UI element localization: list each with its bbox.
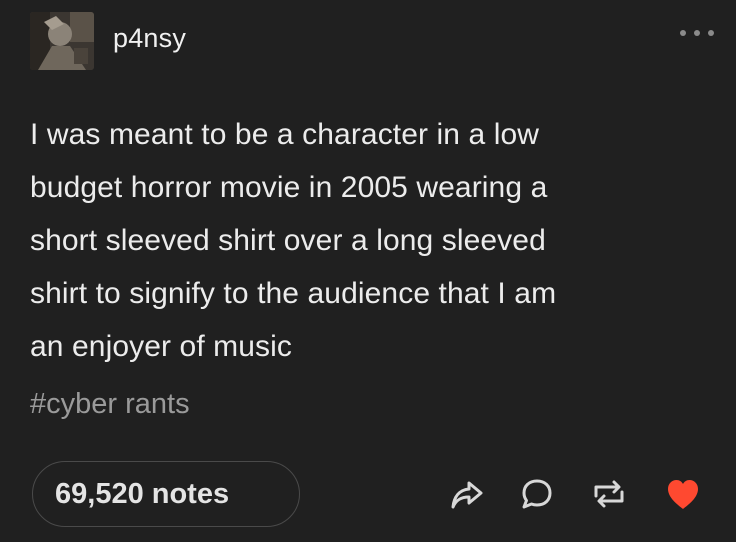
share-button[interactable]	[444, 471, 490, 517]
notes-count-button[interactable]: 69,520 notes	[32, 461, 300, 527]
reblog-icon	[594, 480, 624, 508]
post-body-line: budget horror movie in 2005 wearing a	[30, 171, 548, 204]
username[interactable]: p4nsy	[113, 23, 186, 54]
reply-icon	[522, 479, 552, 509]
post-body-line: I was meant to be a character in a low	[30, 118, 540, 151]
like-button[interactable]	[660, 471, 706, 517]
ellipsis-icon[interactable]	[680, 26, 714, 40]
reply-button[interactable]	[514, 471, 560, 517]
post-body-line: shirt to signify to the audience that I …	[30, 277, 557, 310]
notes-count-label: 69,520 notes	[55, 477, 230, 510]
reblog-button[interactable]	[586, 471, 632, 517]
post-card: p4nsy I was meant to be a character in a…	[0, 0, 736, 542]
avatar-image	[30, 12, 94, 70]
post-tag[interactable]: #cyber rants	[30, 388, 190, 421]
heart-icon	[668, 480, 698, 509]
post-body-line: an enjoyer of music	[30, 330, 293, 363]
avatar[interactable]	[30, 12, 94, 70]
post-body: I was meant to be a character in a low b…	[30, 108, 700, 373]
post-body-line: short sleeved shirt over a long sleeved	[30, 224, 546, 257]
share-icon	[451, 481, 483, 509]
